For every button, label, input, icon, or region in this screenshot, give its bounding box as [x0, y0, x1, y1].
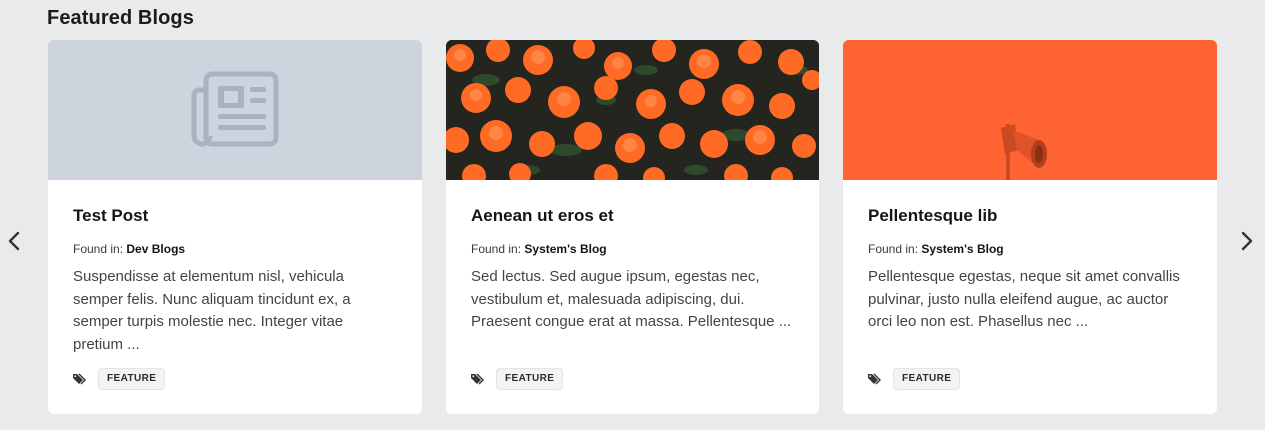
found-in-label: Found in: — [73, 242, 124, 256]
found-in-label: Found in: — [471, 242, 522, 256]
carousel-prev-button[interactable] — [0, 226, 28, 256]
blog-card[interactable]: Pellentesque lib Found in: System's Blog… — [843, 40, 1217, 414]
card-excerpt: Pellentesque egestas, neque sit amet con… — [868, 268, 1180, 330]
card-excerpt: Sed lectus. Sed augue ipsum, egestas nec… — [471, 268, 792, 330]
chevron-right-icon — [1241, 231, 1253, 251]
section-title: Featured Blogs — [47, 7, 194, 29]
card-tags: FEATURE — [471, 368, 794, 390]
card-title[interactable]: Test Post — [73, 205, 397, 227]
carousel-next-button[interactable] — [1233, 226, 1261, 256]
card-tags: FEATURE — [868, 368, 1192, 390]
tag-badge[interactable]: FEATURE — [496, 368, 564, 390]
tags-icon — [868, 373, 881, 385]
featured-blogs-section: Featured Blogs Test Post Found in: Dev B… — [0, 0, 1265, 430]
orange-flowers-photo — [446, 40, 819, 180]
found-in-label: Found in: — [868, 242, 919, 256]
card-image-flowers — [446, 40, 819, 180]
newspaper-icon — [191, 71, 279, 147]
card-found-in: Found in: Dev Blogs — [73, 241, 397, 257]
megaphone-on-orange-photo — [843, 40, 1217, 180]
card-title[interactable]: Aenean ut eros et — [471, 205, 794, 227]
chevron-left-icon — [8, 231, 20, 251]
card-image-megaphone — [843, 40, 1217, 180]
card-blog-link[interactable]: System's Blog — [524, 242, 606, 256]
tag-badge[interactable]: FEATURE — [893, 368, 961, 390]
card-blog-link[interactable]: Dev Blogs — [126, 242, 185, 256]
card-image-placeholder — [48, 40, 422, 180]
card-excerpt: Suspendisse at elementum nisl, vehicula … — [73, 268, 351, 353]
blog-card[interactable]: Test Post Found in: Dev Blogs Suspendiss… — [48, 40, 422, 414]
tag-badge[interactable]: FEATURE — [98, 368, 166, 390]
tags-icon — [73, 373, 86, 385]
blog-card[interactable]: Aenean ut eros et Found in: System's Blo… — [446, 40, 819, 414]
card-found-in: Found in: System's Blog — [471, 241, 794, 257]
card-found-in: Found in: System's Blog — [868, 241, 1192, 257]
card-blog-link[interactable]: System's Blog — [921, 242, 1003, 256]
card-title[interactable]: Pellentesque lib — [868, 205, 1192, 227]
card-tags: FEATURE — [73, 368, 397, 390]
tags-icon — [471, 373, 484, 385]
